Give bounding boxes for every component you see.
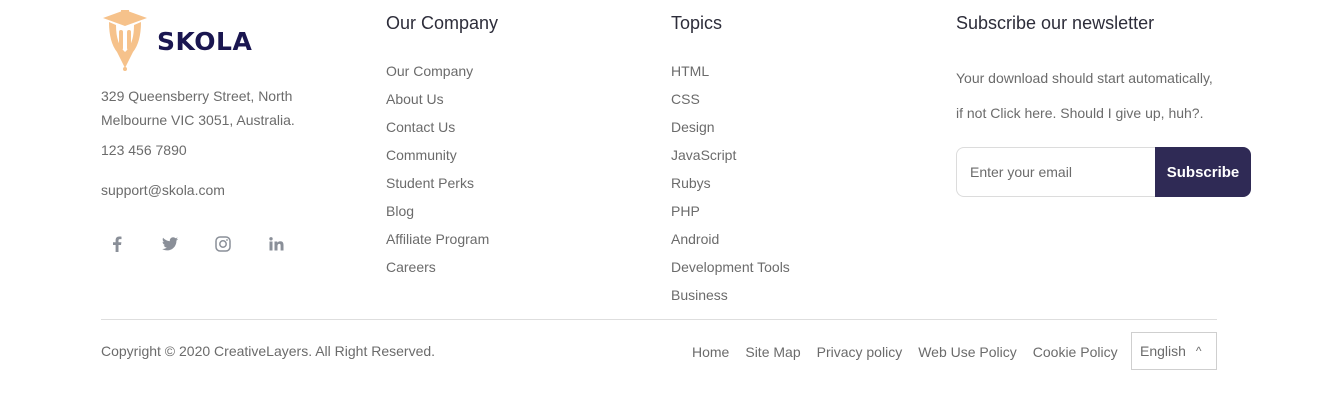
linkedin-icon[interactable] — [260, 228, 292, 260]
graduation-pencil-icon — [101, 8, 149, 72]
company-link-blog[interactable]: Blog — [386, 197, 498, 225]
address-line-2: Melbourne VIC 3051, Australia. — [101, 112, 295, 128]
topic-link-android[interactable]: Android — [671, 225, 790, 253]
topic-link-design[interactable]: Design — [671, 113, 790, 141]
topic-link-php[interactable]: PHP — [671, 197, 790, 225]
topic-link-html[interactable]: HTML — [671, 57, 790, 85]
brand-column: SKOLA 329 Queensberry Street, North Melb… — [101, 8, 331, 260]
bottom-link-site-map[interactable]: Site Map — [745, 343, 800, 361]
newsletter-title: Subscribe our newsletter — [956, 13, 1155, 33]
company-link-about-us[interactable]: About Us — [386, 85, 498, 113]
language-selector[interactable]: English ^ — [1131, 332, 1217, 370]
topics-column: Topics HTML CSS Design JavaScript Rubys … — [671, 11, 790, 309]
phone-number: 123 456 7890 — [101, 142, 187, 158]
topic-link-javascript[interactable]: JavaScript — [671, 141, 790, 169]
social-links — [101, 228, 331, 260]
company-link-community[interactable]: Community — [386, 141, 498, 169]
address: 329 Queensberry Street, North Melbourne … — [101, 84, 331, 132]
topic-link-rubys[interactable]: Rubys — [671, 169, 790, 197]
topic-link-business[interactable]: Business — [671, 281, 790, 309]
bottom-link-home[interactable]: Home — [692, 343, 729, 361]
newsletter-form: Subscribe — [956, 147, 1251, 197]
newsletter-section: Subscribe our newsletter Your download s… — [956, 11, 1256, 197]
newsletter-description: Your download should start automatically… — [956, 61, 1256, 131]
topics-column-title: Topics — [671, 13, 723, 33]
brand-name: SKOLA — [157, 26, 253, 56]
company-column-title: Our Company — [386, 13, 499, 33]
chevron-up-icon: ^ — [1195, 344, 1202, 358]
site-footer: SKOLA 329 Queensberry Street, North Melb… — [0, 0, 1337, 418]
logo[interactable]: SKOLA — [101, 8, 331, 72]
company-column: Our Company Our Company About Us Contact… — [386, 11, 498, 281]
company-link-contact-us[interactable]: Contact Us — [386, 113, 498, 141]
support-email[interactable]: support@skola.com — [101, 180, 331, 200]
bottom-link-privacy-policy[interactable]: Privacy policy — [817, 343, 903, 361]
newsletter-text-line-1: Your download should start automatically… — [956, 70, 1213, 86]
bottom-link-web-use-policy[interactable]: Web Use Policy — [918, 343, 1017, 361]
address-line-1: 329 Queensberry Street, North — [101, 88, 293, 104]
company-link-affiliate-program[interactable]: Affiliate Program — [386, 225, 498, 253]
footer-divider — [101, 319, 1217, 320]
twitter-icon[interactable] — [154, 228, 186, 260]
subscribe-button[interactable]: Subscribe — [1155, 147, 1251, 197]
facebook-icon[interactable] — [101, 228, 133, 260]
bottom-nav: Home Site Map Privacy policy Web Use Pol… — [692, 343, 1134, 361]
newsletter-text-line-2: if not Click here. Should I give up, huh… — [956, 105, 1204, 121]
newsletter-email-input[interactable] — [956, 147, 1155, 197]
instagram-icon[interactable] — [207, 228, 239, 260]
company-links: Our Company About Us Contact Us Communit… — [386, 57, 498, 281]
topic-links: HTML CSS Design JavaScript Rubys PHP And… — [671, 57, 790, 309]
company-link-student-perks[interactable]: Student Perks — [386, 169, 498, 197]
language-selected: English — [1140, 343, 1186, 359]
company-link-careers[interactable]: Careers — [386, 253, 498, 281]
copyright-text: Copyright © 2020 CreativeLayers. All Rig… — [101, 343, 436, 359]
bottom-link-cookie-policy[interactable]: Cookie Policy — [1033, 343, 1118, 361]
topic-link-development-tools[interactable]: Development Tools — [671, 253, 790, 281]
topic-link-css[interactable]: CSS — [671, 85, 790, 113]
company-link-our-company[interactable]: Our Company — [386, 57, 498, 85]
